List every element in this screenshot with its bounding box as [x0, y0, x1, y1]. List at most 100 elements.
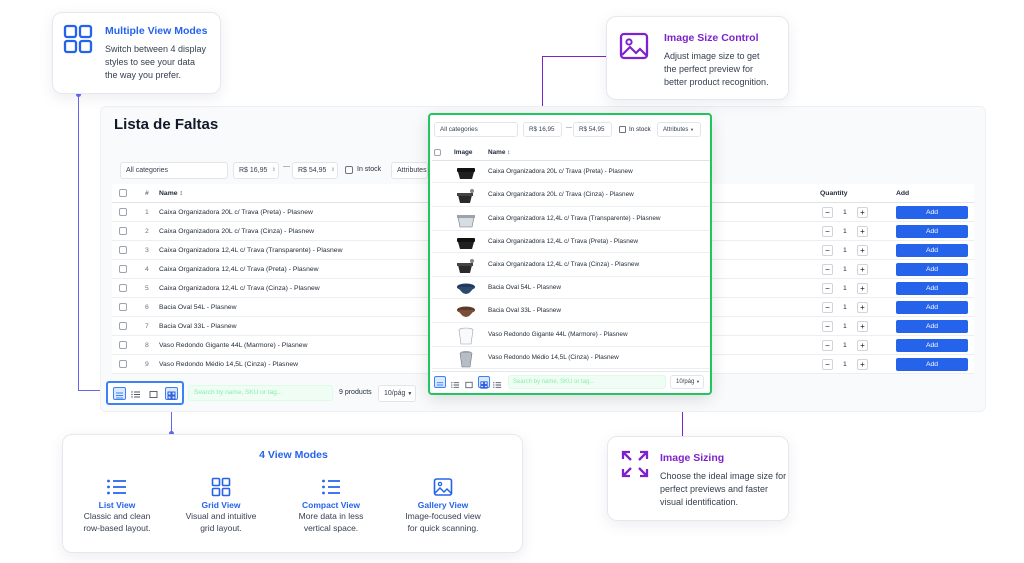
- add-button[interactable]: Add: [896, 244, 968, 257]
- price-separator: —: [283, 163, 290, 170]
- qty-increment-button[interactable]: +: [857, 359, 868, 370]
- add-button[interactable]: Add: [896, 358, 968, 371]
- overlay-grid-view-button[interactable]: [478, 376, 490, 389]
- row-checkbox[interactable]: [119, 246, 127, 254]
- qty-value[interactable]: 1: [843, 260, 847, 279]
- qty-value[interactable]: 1: [843, 355, 847, 374]
- product-name: Caixa Organizadora 12,4L c/ Trava (Preta…: [488, 238, 639, 245]
- overlay-per-page-select[interactable]: 10/pág ▼: [670, 375, 704, 389]
- overlay-price-min-input[interactable]: R$ 16,95: [523, 122, 562, 137]
- add-button[interactable]: Add: [896, 282, 968, 295]
- col-name[interactable]: Name ↕: [159, 184, 183, 203]
- row-number: 9: [145, 361, 149, 368]
- list-icon: [67, 477, 167, 497]
- add-button[interactable]: Add: [896, 320, 968, 333]
- add-button[interactable]: Add: [896, 263, 968, 276]
- overlay-table-row: Bacia Oval 33L - Plasnew: [432, 299, 710, 323]
- overlay-price-max-input[interactable]: R$ 54,95: [573, 122, 612, 137]
- row-checkbox[interactable]: [119, 341, 127, 349]
- overlay-in-stock-checkbox[interactable]: [619, 126, 626, 133]
- add-button[interactable]: Add: [896, 339, 968, 352]
- qty-value[interactable]: 1: [843, 317, 847, 336]
- qty-increment-button[interactable]: +: [857, 340, 868, 351]
- row-checkbox[interactable]: [119, 360, 127, 368]
- per-page-select[interactable]: 10/pág ▼: [378, 385, 416, 402]
- list-view-button[interactable]: [113, 387, 126, 400]
- qty-decrement-button[interactable]: −: [822, 245, 833, 256]
- in-stock-checkbox[interactable]: [345, 166, 353, 174]
- attributes-dropdown[interactable]: Attributes: [391, 162, 428, 179]
- overlay-table-row: Vaso Redondo Médio 14,5L (Cinza) - Plasn…: [432, 347, 710, 369]
- row-checkbox[interactable]: [119, 322, 127, 330]
- qty-value[interactable]: 1: [843, 241, 847, 260]
- product-thumbnail: [454, 257, 478, 275]
- qty-value[interactable]: 1: [843, 336, 847, 355]
- connector-line: [542, 56, 543, 110]
- qty-decrement-button[interactable]: −: [822, 283, 833, 294]
- qty-increment-button[interactable]: +: [857, 302, 868, 313]
- col-name[interactable]: Name ↕: [488, 144, 510, 161]
- qty-increment-button[interactable]: +: [857, 321, 868, 332]
- row-number: 2: [145, 228, 149, 235]
- qty-value[interactable]: 1: [843, 203, 847, 222]
- qty-decrement-button[interactable]: −: [822, 226, 833, 237]
- stepper-icon[interactable]: ⇕: [272, 163, 276, 178]
- row-checkbox[interactable]: [119, 265, 127, 273]
- product-count: 9 products: [339, 389, 372, 396]
- overlay-sort-icon[interactable]: [492, 377, 504, 389]
- row-number: 4: [145, 266, 149, 273]
- view-mode-list: List View Classic and clean row-based lay…: [67, 477, 167, 534]
- row-checkbox[interactable]: [119, 208, 127, 216]
- qty-decrement-button[interactable]: −: [822, 264, 833, 275]
- row-number: 3: [145, 247, 149, 254]
- price-min-input[interactable]: R$ 16,95 ⇕: [233, 162, 279, 179]
- add-button[interactable]: Add: [896, 225, 968, 238]
- chevron-down-icon: ▼: [407, 391, 413, 397]
- qty-value[interactable]: 1: [843, 279, 847, 298]
- product-name: Caixa Organizadora 12,4L c/ Trava (Preta…: [159, 266, 319, 273]
- add-button[interactable]: Add: [896, 206, 968, 219]
- gallery-view-button[interactable]: [148, 387, 161, 400]
- row-checkbox[interactable]: [119, 284, 127, 292]
- qty-increment-button[interactable]: +: [857, 207, 868, 218]
- callout-text: Adjust image size to get the perfect prev…: [664, 51, 769, 87]
- in-stock-label: In stock: [357, 166, 382, 173]
- overlay-attributes-dropdown[interactable]: Attributes ▼: [657, 122, 701, 137]
- qty-increment-button[interactable]: +: [857, 245, 868, 256]
- qty-increment-button[interactable]: +: [857, 226, 868, 237]
- grid-view-button[interactable]: [165, 387, 178, 400]
- overlay-compact-view-button[interactable]: [450, 377, 462, 389]
- product-name: Caixa Organizadora 20L c/ Trava (Cinza) …: [159, 228, 315, 235]
- gallery-icon: [393, 477, 493, 497]
- product-name: Vaso Redondo Gigante 44L (Marmore) - Pla…: [159, 342, 308, 349]
- qty-value[interactable]: 1: [843, 222, 847, 241]
- qty-value[interactable]: 1: [843, 298, 847, 317]
- product-thumbnail: [454, 280, 478, 298]
- qty-increment-button[interactable]: +: [857, 264, 868, 275]
- callout-image-sizing: Image Sizing Choose the ideal image size…: [607, 436, 789, 521]
- row-checkbox[interactable]: [119, 303, 127, 311]
- select-all-checkbox[interactable]: [119, 189, 127, 197]
- search-input[interactable]: Search by name, SKU or tag...: [188, 385, 333, 401]
- add-button[interactable]: Add: [896, 301, 968, 314]
- col-quantity: Quantity: [820, 190, 848, 197]
- price-max-input[interactable]: R$ 54,95 ⇕: [292, 162, 338, 179]
- qty-decrement-button[interactable]: −: [822, 359, 833, 370]
- stepper-icon[interactable]: ⇕: [331, 163, 335, 178]
- qty-decrement-button[interactable]: −: [822, 207, 833, 218]
- row-checkbox[interactable]: [119, 227, 127, 235]
- overlay-select-all-checkbox[interactable]: [434, 149, 441, 156]
- connector-line: [542, 56, 606, 57]
- category-select[interactable]: All categories: [120, 162, 228, 179]
- qty-increment-button[interactable]: +: [857, 283, 868, 294]
- qty-decrement-button[interactable]: −: [822, 302, 833, 313]
- overlay-gallery-view-button[interactable]: [464, 377, 476, 389]
- overlay-per-page-value: 10/pág: [676, 379, 695, 385]
- overlay-list-view-button[interactable]: [434, 376, 446, 388]
- grid-icon: [63, 24, 93, 54]
- compact-view-button[interactable]: [130, 387, 143, 400]
- overlay-search-input[interactable]: Search by name, SKU or tag...: [508, 375, 666, 389]
- qty-decrement-button[interactable]: −: [822, 321, 833, 332]
- qty-decrement-button[interactable]: −: [822, 340, 833, 351]
- overlay-category-select[interactable]: All categories: [434, 122, 518, 137]
